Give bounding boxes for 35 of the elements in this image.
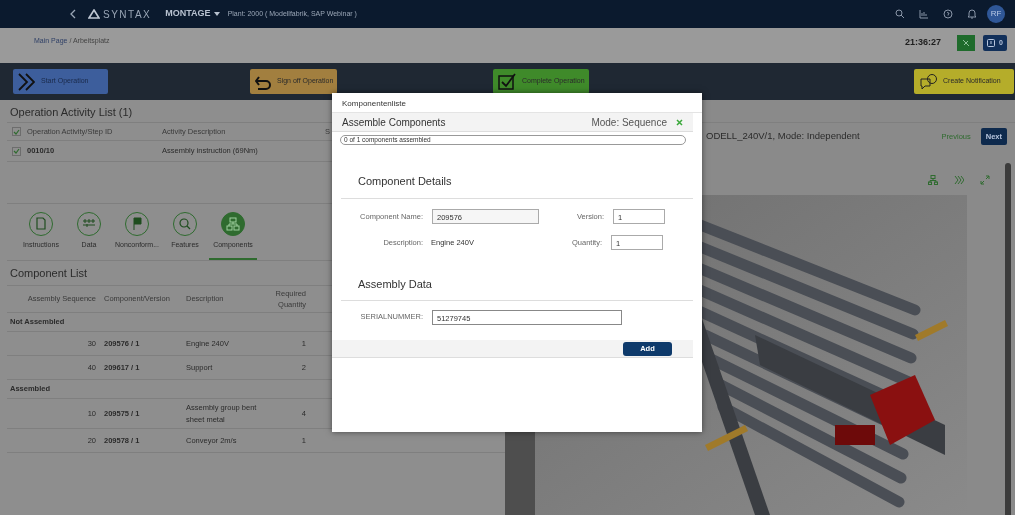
hierarchy-icon[interactable] (928, 175, 938, 185)
logo-text: SYNTAX (103, 7, 152, 22)
status-button[interactable] (957, 35, 976, 51)
checkbox[interactable] (12, 127, 21, 136)
search-icon[interactable] (895, 9, 905, 19)
mode-text: Mode: Sequence (591, 115, 667, 130)
caret-icon[interactable] (213, 12, 220, 16)
back-icon[interactable] (70, 9, 76, 19)
bell-icon[interactable] (967, 9, 977, 19)
search-icon (177, 216, 193, 232)
fast-forward-icon[interactable] (954, 175, 964, 185)
scrollbar[interactable] (1005, 163, 1011, 515)
hierarchy-icon (225, 216, 241, 232)
app-title[interactable]: MONTAGE (165, 7, 211, 21)
checkbox[interactable] (12, 146, 21, 156)
avatar[interactable]: RF (987, 5, 1005, 23)
triangle-icon (88, 9, 100, 19)
section-title: Assembly Data (341, 261, 693, 301)
clock-text: 21:36:27 (905, 36, 942, 50)
help-icon[interactable] (943, 9, 953, 19)
close-icon[interactable] (676, 118, 683, 126)
checkbox-icon (498, 73, 516, 90)
check-icon (13, 148, 20, 154)
chat-bubbles-icon (919, 73, 937, 90)
document-icon (33, 216, 49, 232)
message-icon (987, 39, 996, 47)
dialog-heading: Assemble Components (342, 115, 447, 130)
expand-icon[interactable] (980, 175, 990, 185)
check-icon (13, 128, 20, 135)
section-title: Component List (10, 267, 88, 279)
section-title: Component Details (341, 159, 693, 199)
viewer-title: ODELL_240V/1, Mode: Independent (706, 129, 861, 144)
chart-icon[interactable] (919, 9, 929, 19)
forward-icon (18, 71, 35, 92)
section-title: Operation Activity List (1) (10, 106, 133, 118)
